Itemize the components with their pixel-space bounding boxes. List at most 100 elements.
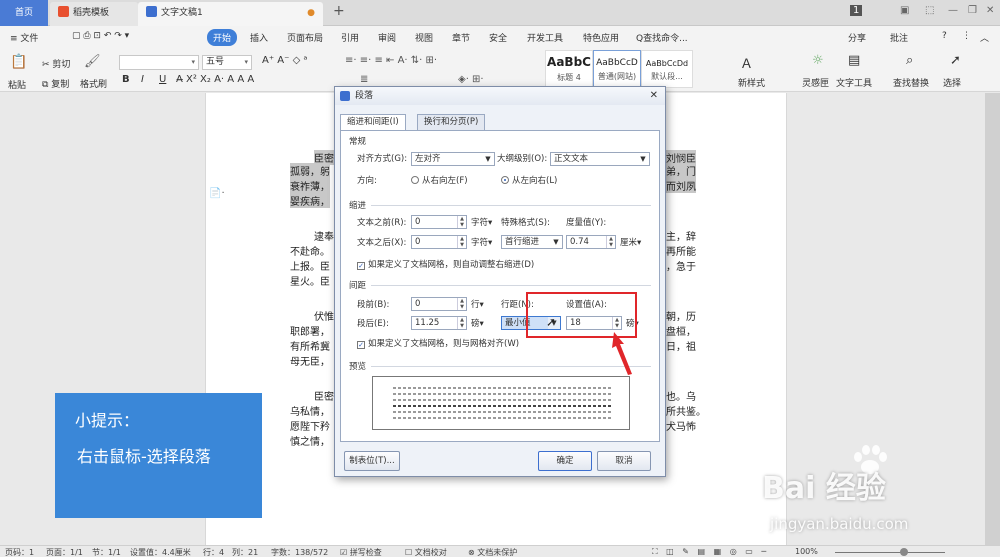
window-count-badge[interactable]: 1 bbox=[850, 5, 863, 16]
border-shading-icons[interactable]: ◈· ⊞· bbox=[458, 74, 484, 85]
document-line[interactable]: 伏惟 bbox=[314, 308, 334, 323]
zoom-thumb[interactable] bbox=[900, 548, 908, 556]
underline-button[interactable]: U bbox=[159, 74, 166, 85]
before-text-unit[interactable]: 字符▾ bbox=[471, 216, 492, 228]
menu-file[interactable]: ≡ 文件 bbox=[10, 31, 38, 44]
new-style-icon[interactable]: Ａ bbox=[740, 53, 753, 72]
document-line[interactable]: 不赴命。 bbox=[290, 243, 330, 258]
skin-icon[interactable]: ▣ bbox=[900, 5, 909, 16]
after-text-unit[interactable]: 字符▾ bbox=[471, 236, 492, 248]
document-line-right[interactable]: ，急于 bbox=[666, 258, 696, 273]
font-name-select[interactable]: ▾ bbox=[119, 55, 199, 70]
close-icon[interactable]: ✕ bbox=[986, 5, 994, 16]
select-button[interactable]: 选择 bbox=[943, 76, 961, 89]
outline-select[interactable]: 正文文本 ▼ bbox=[550, 152, 650, 166]
document-line-right[interactable]: 主，辞 bbox=[666, 228, 696, 243]
help-button[interactable]: ? bbox=[942, 31, 947, 41]
document-line-right[interactable]: 也。乌 bbox=[666, 388, 696, 403]
proof-button[interactable]: ☐ 文档校对 bbox=[405, 547, 447, 557]
status-words[interactable]: 字数：138/572 bbox=[271, 547, 328, 557]
measure-unit[interactable]: 厘米▾ bbox=[620, 236, 641, 248]
menu-special[interactable]: 特色应用 bbox=[583, 31, 619, 44]
paste-icon[interactable]: 📋 bbox=[10, 54, 27, 70]
document-line[interactable]: 母无臣， bbox=[290, 353, 330, 368]
cancel-button[interactable]: 取消 bbox=[597, 451, 651, 471]
paragraph-tools-icons[interactable]: ≡· ≡· ≡ ⇤ A· ⇅· ⊞· bbox=[345, 55, 437, 66]
protect-button[interactable]: ⊗ 文档未保护 bbox=[468, 547, 517, 557]
tab-line-page-breaks[interactable]: 换行和分页(P) bbox=[417, 114, 486, 130]
tab-home[interactable]: 首页 bbox=[0, 0, 48, 26]
share-button[interactable]: 分享 bbox=[848, 31, 866, 44]
format-painter-icon[interactable]: 🖌 bbox=[84, 54, 101, 69]
document-line-right[interactable]: 犬马怖 bbox=[666, 418, 696, 433]
after-text-spinner[interactable]: 0 ▲ ▼ bbox=[411, 235, 467, 249]
side-note-icon[interactable]: 📄· bbox=[209, 188, 225, 199]
document-line[interactable]: 有所希冀 bbox=[290, 338, 330, 353]
menu-references[interactable]: 引用 bbox=[341, 31, 359, 44]
zoom-level[interactable]: 100% bbox=[795, 547, 818, 556]
alignment-icons[interactable]: ≣ bbox=[360, 74, 368, 85]
document-line-right[interactable]: 日，祖 bbox=[666, 338, 696, 353]
cut-button[interactable]: ✂ 剪切 bbox=[42, 57, 70, 70]
tab-document[interactable]: 文字文稿1 ● bbox=[138, 2, 323, 26]
menu-section[interactable]: 章节 bbox=[452, 31, 470, 44]
before-text-spinner[interactable]: 0 ▲ ▼ bbox=[411, 215, 467, 229]
document-line-right[interactable]: 再所能 bbox=[666, 243, 696, 258]
document-line-right[interactable]: 朝，历 bbox=[666, 308, 696, 323]
tab-indent-spacing[interactable]: 缩进和间距(I) bbox=[340, 114, 406, 131]
copy-button[interactable]: ⧉ 复制 bbox=[42, 77, 69, 90]
style-heading4[interactable]: AaBbC 标题 4 bbox=[545, 50, 593, 88]
radio-ltr[interactable]: 从左向右(L) bbox=[501, 174, 557, 186]
document-line[interactable]: 上报。臣 bbox=[290, 258, 330, 273]
find-replace-button[interactable]: 查找替换 bbox=[893, 76, 929, 89]
format-painter-button[interactable]: 格式刷 bbox=[80, 77, 107, 90]
new-tab-button[interactable]: + bbox=[333, 3, 345, 19]
view-mode-icons[interactable]: ⛶ ◫ ✎ ▤ ▦ ◎ ▭ ─ bbox=[652, 547, 769, 557]
special-select[interactable]: 首行缩进 ▼ bbox=[501, 235, 563, 249]
document-line-right[interactable]: 盘桓， bbox=[666, 323, 696, 338]
tab-template[interactable]: 稻壳模板 bbox=[50, 2, 138, 26]
document-line[interactable]: 逮奉 bbox=[314, 228, 334, 243]
spinner-arrows-icon[interactable]: ▲ ▼ bbox=[457, 236, 466, 248]
document-line[interactable]: 婴疾病， bbox=[290, 193, 330, 208]
document-line[interactable]: 乌私情， bbox=[290, 403, 330, 418]
grid-align-checkbox[interactable]: ✓ 如果定义了文档网格，则与网格对齐(W) bbox=[357, 337, 519, 349]
menu-view[interactable]: 视图 bbox=[415, 31, 433, 44]
ok-button[interactable]: 确定 bbox=[538, 451, 592, 471]
before-unit[interactable]: 行▾ bbox=[471, 298, 484, 310]
text-effect-icons[interactable]: A̶ X² X₂ A· A A A bbox=[176, 74, 254, 85]
restore-icon[interactable]: ❐ bbox=[968, 5, 977, 16]
before-spinner[interactable]: 0 ▲ ▼ bbox=[411, 297, 467, 311]
zoom-slider[interactable] bbox=[835, 552, 945, 553]
spell-check-button[interactable]: ☑ 拼写检查 bbox=[340, 547, 382, 557]
document-line-right[interactable]: 弟，门 bbox=[666, 163, 696, 178]
measure-spinner[interactable]: 0.74 ▲ ▼ bbox=[566, 235, 616, 249]
spirit-button[interactable]: 灵感匣 bbox=[802, 76, 829, 89]
after-unit[interactable]: 磅▾ bbox=[471, 317, 484, 329]
document-line[interactable]: 职郎署， bbox=[290, 323, 330, 338]
tabs-button[interactable]: 制表位(T)... bbox=[344, 451, 400, 471]
document-line-right[interactable]: 而刘夙 bbox=[666, 178, 696, 193]
radio-rtl[interactable]: 从右向左(F) bbox=[411, 174, 468, 186]
italic-button[interactable]: I bbox=[141, 74, 144, 85]
menu-developer[interactable]: 开发工具 bbox=[527, 31, 563, 44]
document-line[interactable]: 愿陛下矜 bbox=[290, 418, 330, 433]
annotate-button[interactable]: 批注 bbox=[890, 31, 908, 44]
dialog-titlebar[interactable]: 段落 ✕ bbox=[335, 87, 665, 105]
text-tools-icon[interactable]: ▤ bbox=[848, 53, 860, 68]
paste-button[interactable]: 粘贴 bbox=[8, 78, 26, 91]
quick-access-icons[interactable]: ▢ ⎙ ⊡ ↶ ↷ ▾ bbox=[72, 31, 129, 41]
text-tools-button[interactable]: 文字工具 bbox=[836, 76, 872, 89]
document-line[interactable]: 孤弱，躬 bbox=[290, 163, 330, 178]
font-size-select[interactable]: 五号 ▾ bbox=[202, 55, 252, 70]
command-search[interactable]: Q查找命令... bbox=[636, 31, 688, 44]
unsaved-dot-icon[interactable]: ● bbox=[307, 2, 315, 24]
auto-adjust-checkbox[interactable]: ✓ 如果定义了文档网格，则自动调整右缩进(D) bbox=[357, 258, 534, 270]
spinner-arrows-icon[interactable]: ▲ ▼ bbox=[457, 317, 466, 329]
bold-button[interactable]: B bbox=[122, 74, 130, 85]
style-default-paragraph[interactable]: AaBbCcDd 默认段... bbox=[641, 50, 693, 88]
menu-security[interactable]: 安全 bbox=[489, 31, 507, 44]
new-style-button[interactable]: 新样式 bbox=[738, 76, 765, 89]
settings-icon[interactable]: ⬚ bbox=[925, 5, 934, 16]
spinner-arrows-icon[interactable]: ▲ ▼ bbox=[457, 216, 466, 228]
